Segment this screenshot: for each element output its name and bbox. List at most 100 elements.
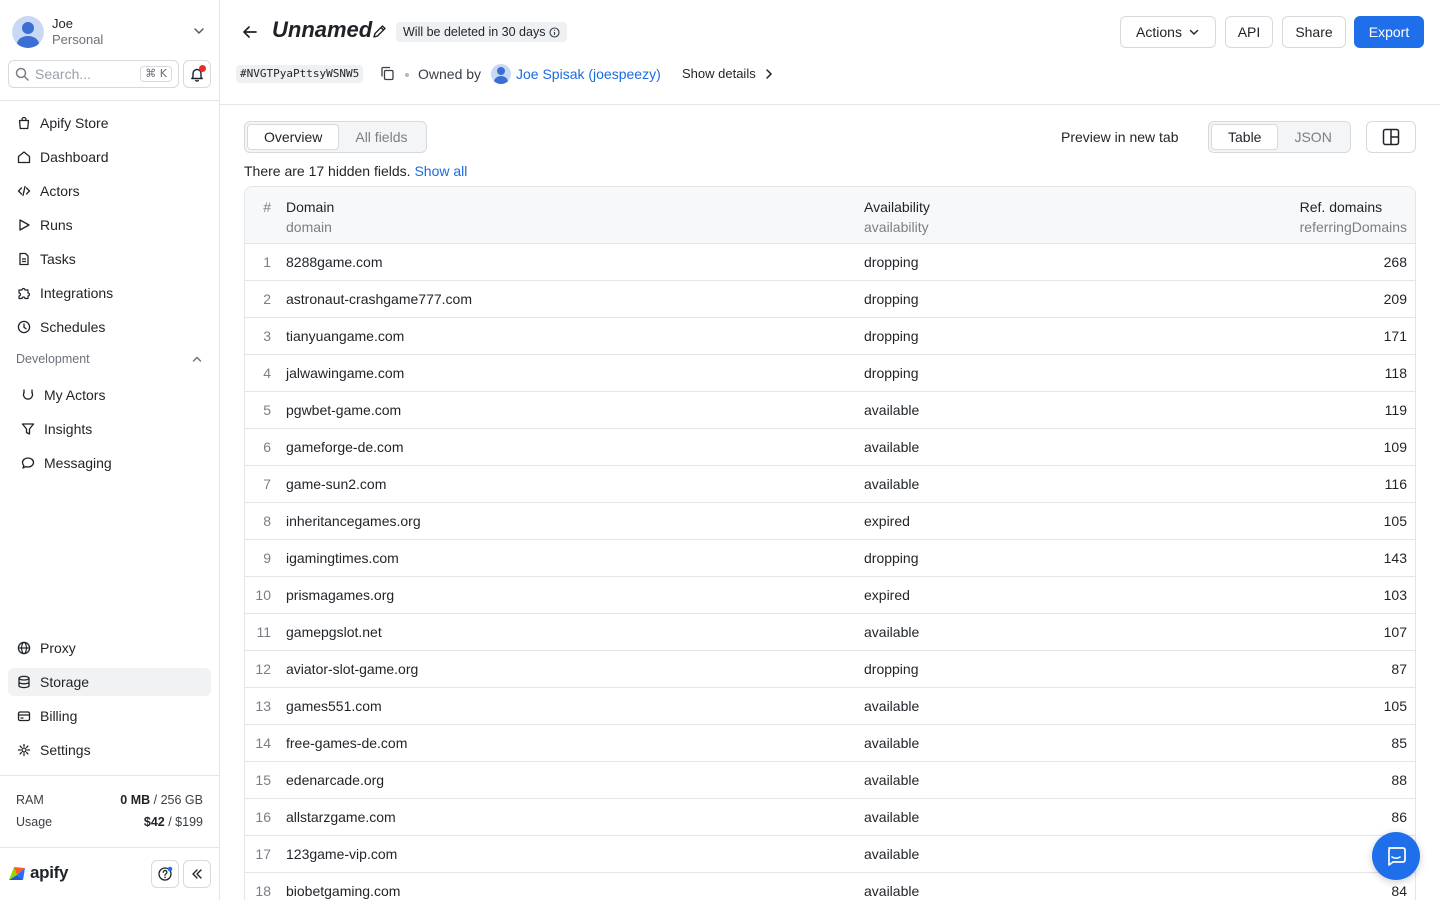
cell-domain: jalwawingame.com [286, 365, 405, 381]
column-ref-domains[interactable]: Ref. domains referringDomains [1300, 197, 1407, 237]
column-key: availability [864, 219, 929, 235]
sidebar-item-storage[interactable]: Storage [8, 668, 211, 696]
cell-ref-domains: 118 [1384, 365, 1407, 381]
owner-link[interactable]: Joe Spisak (joespeezy) [516, 66, 661, 82]
cell-domain: inheritancegames.org [286, 513, 421, 529]
chat-icon [1388, 847, 1406, 866]
bag-icon [17, 116, 31, 130]
pencil-icon[interactable] [372, 24, 387, 39]
tab-table[interactable]: Table [1211, 124, 1279, 150]
table-row[interactable]: 18 biobetgaming.com available 84 [245, 873, 1415, 900]
preview-new-tab-link[interactable]: Preview in new tab [1061, 129, 1179, 145]
cell-ref-domains: 171 [1383, 328, 1407, 344]
hidden-fields-note: There are 17 hidden fields. Show all [244, 163, 467, 179]
cell-ref-domains: 88 [1391, 772, 1407, 788]
sidebar-item-schedules[interactable]: Schedules [8, 313, 211, 341]
table-row[interactable]: 14 free-games-de.com available 85 [245, 725, 1415, 762]
cell-domain: prismagames.org [286, 587, 395, 603]
column-domain[interactable]: Domain domain [286, 197, 334, 237]
sidebar-item-label: My Actors [44, 387, 106, 403]
search-box[interactable]: ⌘ K [8, 60, 179, 88]
table-row[interactable]: 11 gamepgslot.net available 107 [245, 614, 1415, 651]
cell-availability: dropping [864, 661, 919, 677]
table-row[interactable]: 1 8288game.com dropping 268 [245, 244, 1415, 281]
search-icon [15, 67, 29, 81]
column-availability[interactable]: Availability availability [864, 197, 930, 237]
cell-availability: dropping [864, 550, 919, 566]
sidebar-item-billing[interactable]: Billing [8, 702, 211, 730]
notifications-button[interactable] [183, 60, 211, 88]
table-header: # Domain domain Availability availabilit… [245, 187, 1415, 244]
table-row[interactable]: 3 tianyuangame.com dropping 171 [245, 318, 1415, 355]
sidebar-item-insights[interactable]: Insights [8, 415, 211, 443]
sidebar-item-runs[interactable]: Runs [8, 211, 211, 239]
owned-by-label: Owned by [418, 66, 482, 82]
account-switcher[interactable]: Joe Personal [12, 14, 212, 50]
notification-dot [199, 65, 206, 72]
table-row[interactable]: 5 pgwbet-game.com available 119 [245, 392, 1415, 429]
home-icon [17, 150, 31, 164]
table-row[interactable]: 2 astronaut-crashgame777.com dropping 209 [245, 281, 1415, 318]
cell-ref-domains: 109 [1383, 439, 1407, 455]
cell-ref-domains: 119 [1384, 402, 1407, 418]
tab-json[interactable]: JSON [1278, 124, 1347, 150]
apify-logo[interactable]: apify [8, 863, 68, 883]
layout-icon [1382, 128, 1400, 146]
share-button[interactable]: Share [1282, 16, 1346, 48]
section-label: Development [16, 352, 90, 366]
sidebar-item-dashboard[interactable]: Dashboard [8, 143, 211, 171]
cell-ref-domains: 105 [1383, 698, 1407, 714]
tab-overview[interactable]: Overview [247, 124, 340, 150]
table-row[interactable]: 17 123game-vip.com available [245, 836, 1415, 873]
sidebar-item-messaging[interactable]: Messaging [8, 449, 211, 477]
help-icon [158, 866, 173, 881]
row-index: 2 [263, 291, 271, 307]
sidebar-item-tasks[interactable]: Tasks [8, 245, 211, 273]
show-all-link[interactable]: Show all [414, 163, 467, 179]
collapse-sidebar-button[interactable] [183, 860, 211, 888]
cell-ref-domains: 86 [1391, 809, 1407, 825]
search-input[interactable] [35, 66, 135, 82]
table-row[interactable]: 10 prismagames.org expired 103 [245, 577, 1415, 614]
sidebar-item-label: Messaging [44, 455, 112, 471]
info-icon[interactable] [549, 26, 561, 38]
development-section-toggle[interactable]: Development [16, 352, 203, 366]
row-index: 1 [263, 254, 271, 270]
column-index: # [245, 197, 271, 217]
table-row[interactable]: 15 edenarcade.org available 88 [245, 762, 1415, 799]
table-row[interactable]: 16 allstarzgame.com available 86 [245, 799, 1415, 836]
table-row[interactable]: 13 games551.com available 105 [245, 688, 1415, 725]
table-row[interactable]: 4 jalwawingame.com dropping 118 [245, 355, 1415, 392]
table-row[interactable]: 6 gameforge-de.com available 109 [245, 429, 1415, 466]
sidebar-item-my-actors[interactable]: My Actors [8, 381, 211, 409]
hidden-fields-text: There are 17 hidden fields. [244, 163, 411, 179]
sidebar-item-label: Integrations [40, 285, 114, 301]
tab-all-fields[interactable]: All fields [339, 124, 423, 150]
sidebar-item-integrations[interactable]: Integrations [8, 279, 211, 307]
play-icon [17, 218, 31, 232]
help-button[interactable] [151, 860, 179, 888]
sidebar-item-actors[interactable]: Actors [8, 177, 211, 205]
api-button[interactable]: API [1225, 16, 1273, 48]
table-row[interactable]: 8 inheritancegames.org expired 105 [245, 503, 1415, 540]
avatar [12, 16, 44, 48]
table-row[interactable]: 12 aviator-slot-game.org dropping 87 [245, 651, 1415, 688]
table-row[interactable]: 7 game-sun2.com available 116 [245, 466, 1415, 503]
chat-support-button[interactable] [1372, 832, 1420, 880]
table-row[interactable]: 9 igamingtimes.com dropping 143 [245, 540, 1415, 577]
globe-icon [17, 641, 31, 655]
sidebar-item-proxy[interactable]: Proxy [8, 634, 211, 662]
cell-ref-domains: 209 [1383, 291, 1407, 307]
sidebar-item-label: Dashboard [40, 149, 109, 165]
show-details-button[interactable]: Show details [682, 66, 774, 81]
copy-icon[interactable] [380, 66, 395, 81]
sidebar-item-settings[interactable]: Settings [8, 736, 211, 764]
row-index: 13 [255, 698, 271, 714]
sidebar-item-apify-store[interactable]: Apify Store [8, 109, 211, 137]
back-arrow-icon[interactable] [241, 23, 259, 41]
layout-toggle-button[interactable] [1366, 121, 1416, 153]
row-index: 18 [255, 883, 271, 899]
actions-dropdown[interactable]: Actions [1120, 16, 1216, 48]
sidebar-item-label: Settings [40, 742, 91, 758]
export-button[interactable]: Export [1354, 16, 1424, 48]
